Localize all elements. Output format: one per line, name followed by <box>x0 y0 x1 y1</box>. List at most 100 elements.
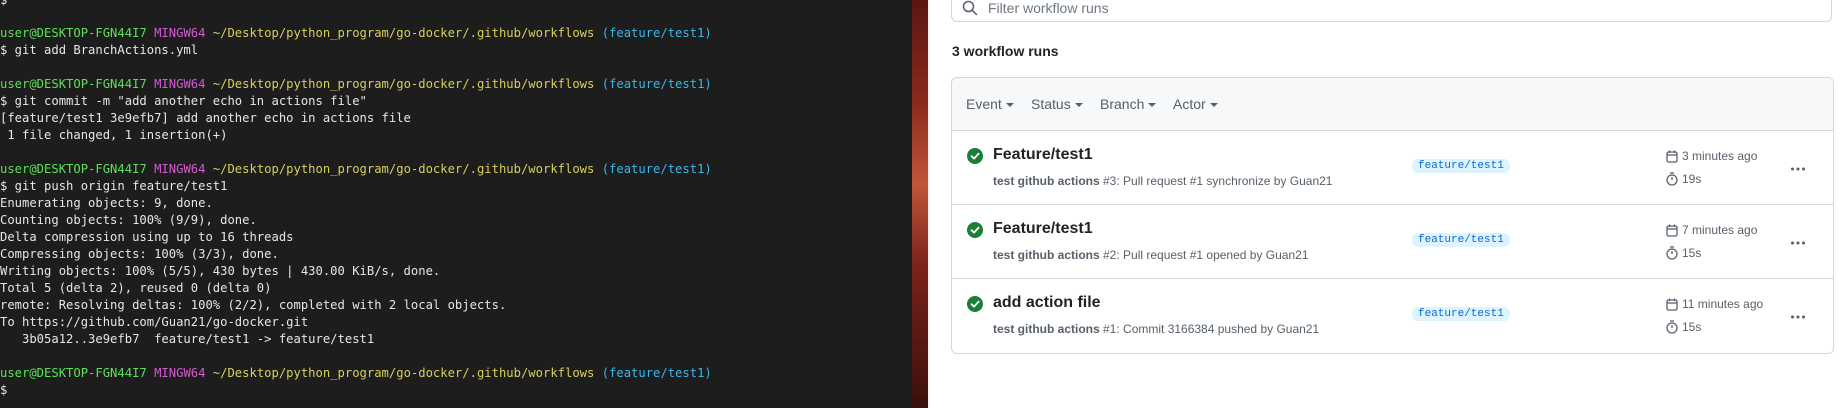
prompt-branch: (feature/test1) <box>601 162 712 176</box>
success-check-icon <box>967 296 983 312</box>
prompt-branch: (feature/test1) <box>601 26 712 40</box>
terminal-line: Counting objects: 100% (9/9), done. <box>0 212 257 229</box>
run-duration: 19s <box>1666 172 1701 186</box>
run-detail: #1: Commit 3166384 pushed by Guan21 <box>1099 322 1320 336</box>
success-check-icon <box>967 148 983 164</box>
filter-workflow-runs-input[interactable]: Filter workflow runs <box>951 0 1832 22</box>
prompt-host: MINGW64 <box>154 162 213 176</box>
terminal-line: Delta compression using up to 16 threads <box>0 229 294 246</box>
prompt-host: MINGW64 <box>154 26 213 40</box>
run-duration-text: 15s <box>1682 246 1702 260</box>
run-detail: #3: Pull request #1 synchronize by Guan2… <box>1099 174 1333 188</box>
terminal-line: $ <box>0 0 7 9</box>
terminal-text: 3b05a12..3e9efb7 feature/test1 -> featur… <box>0 332 375 346</box>
terminal-text: To https://github.com/Guan21/go-docker.g… <box>0 315 309 329</box>
workflow-run-row[interactable]: Feature/test1 test github actions #3: Pu… <box>952 131 1833 205</box>
terminal-line: Enumerating objects: 9, done. <box>0 195 213 212</box>
prompt-user: user@DESKTOP-FGN44I7 <box>0 366 155 380</box>
terminal-text: $ <box>0 0 8 7</box>
status-filter-button[interactable]: Status <box>1031 96 1083 112</box>
branch-filter-button[interactable]: Branch <box>1100 96 1157 112</box>
prompt-user: user@DESKTOP-FGN44I7 <box>0 26 155 40</box>
workflow-runs-list: Event Status Branch Actor Feature/test1 … <box>951 77 1834 354</box>
status-filter-label: Status <box>1031 96 1071 112</box>
run-workflow-name: test github actions <box>993 248 1100 262</box>
terminal-text: $ git push origin feature/test1 <box>0 179 228 193</box>
run-time-text: 3 minutes ago <box>1682 149 1758 163</box>
run-detail: #2: Pull request #1 opened by Guan21 <box>1099 248 1309 262</box>
prompt-path: ~/Desktop/python_program/go-docker/.gith… <box>212 77 602 91</box>
prompt-branch: (feature/test1) <box>601 366 712 380</box>
terminal-prompt: user@DESKTOP-FGN44I7 MINGW64 ~/Desktop/p… <box>0 25 712 42</box>
run-title-link[interactable]: add action file <box>993 294 1101 312</box>
run-duration: 15s <box>1666 320 1701 334</box>
prompt-branch: (feature/test1) <box>601 77 712 91</box>
run-title-link[interactable]: Feature/test1 <box>993 146 1093 164</box>
terminal-text: Delta compression using up to 16 threads <box>0 230 294 244</box>
terminal-line: $ git push origin feature/test1 <box>0 178 227 195</box>
terminal-text: Total 5 (delta 2), reused 0 (delta 0) <box>0 281 272 295</box>
search-icon <box>962 0 978 16</box>
terminal-text: $ <box>0 383 8 397</box>
chevron-down-icon <box>1148 103 1157 108</box>
stopwatch-icon <box>1666 246 1678 260</box>
branch-label[interactable]: feature/test1 <box>1412 159 1510 173</box>
terminal-line: To https://github.com/Guan21/go-docker.g… <box>0 314 308 331</box>
terminal-prompt: user@DESKTOP-FGN44I7 MINGW64 ~/Desktop/p… <box>0 76 712 93</box>
chevron-down-icon <box>1074 103 1083 108</box>
prompt-path: ~/Desktop/python_program/go-docker/.gith… <box>212 162 602 176</box>
terminal-line: Total 5 (delta 2), reused 0 (delta 0) <box>0 280 272 297</box>
run-duration: 15s <box>1666 246 1701 260</box>
terminal-line: $ git commit -m "add another echo in act… <box>0 93 367 110</box>
run-time: 3 minutes ago <box>1666 149 1757 163</box>
terminal-text: 1 file changed, 1 insertion(+) <box>0 128 228 142</box>
branch-label[interactable]: feature/test1 <box>1412 307 1510 321</box>
stopwatch-icon <box>1666 320 1678 334</box>
workflow-run-row[interactable]: Feature/test1 test github actions #2: Pu… <box>952 205 1833 279</box>
prompt-path: ~/Desktop/python_program/go-docker/.gith… <box>212 366 602 380</box>
kebab-menu-icon[interactable] <box>1790 235 1806 251</box>
run-title-link[interactable]: Feature/test1 <box>993 220 1093 238</box>
runs-filter-header: Event Status Branch Actor <box>952 78 1833 131</box>
success-check-icon <box>967 222 983 238</box>
branch-filter-label: Branch <box>1100 96 1145 112</box>
run-workflow-name: test github actions <box>993 174 1100 188</box>
calendar-icon <box>1666 298 1678 311</box>
terminal-text: Compressing objects: 100% (3/3), done. <box>0 247 279 261</box>
run-time: 11 minutes ago <box>1666 297 1763 311</box>
kebab-menu-icon[interactable] <box>1790 161 1806 177</box>
github-actions-panel: Filter workflow runs 3 workflow runs Eve… <box>930 0 1847 408</box>
run-workflow-name: test github actions <box>993 322 1100 336</box>
run-duration-text: 15s <box>1682 320 1702 334</box>
terminal-prompt: user@DESKTOP-FGN44I7 MINGW64 ~/Desktop/p… <box>0 365 712 382</box>
run-time-text: 7 minutes ago <box>1682 223 1758 237</box>
run-time-text: 11 minutes ago <box>1682 297 1764 311</box>
terminal-line: remote: Resolving deltas: 100% (2/2), co… <box>0 297 506 314</box>
kebab-menu-icon[interactable] <box>1790 309 1806 325</box>
actor-filter-label: Actor <box>1173 96 1206 112</box>
run-meta: test github actions #2: Pull request #1 … <box>993 248 1309 262</box>
terminal-window[interactable]: $ user@DESKTOP-FGN44I7 MINGW64 ~/Desktop… <box>0 0 912 408</box>
terminal-text: Writing objects: 100% (5/5), 430 bytes |… <box>0 264 441 278</box>
workflow-runs-count: 3 workflow runs <box>952 43 1059 59</box>
event-filter-label: Event <box>966 96 1002 112</box>
terminal-text: Counting objects: 100% (9/9), done. <box>0 213 257 227</box>
actor-filter-button[interactable]: Actor <box>1173 96 1218 112</box>
terminal-text: $ git add BranchActions.yml <box>0 43 199 57</box>
run-meta: test github actions #3: Pull request #1 … <box>993 174 1332 188</box>
terminal-line: 3b05a12..3e9efb7 feature/test1 -> featur… <box>0 331 374 348</box>
chevron-down-icon <box>1005 103 1014 108</box>
terminal-text: remote: Resolving deltas: 100% (2/2), co… <box>0 298 507 312</box>
workflow-run-row[interactable]: add action file test github actions #1: … <box>952 279 1833 353</box>
chevron-down-icon <box>1209 103 1218 108</box>
terminal-prompt: user@DESKTOP-FGN44I7 MINGW64 ~/Desktop/p… <box>0 161 712 178</box>
branch-label[interactable]: feature/test1 <box>1412 233 1510 247</box>
calendar-icon <box>1666 224 1678 237</box>
calendar-icon <box>1666 150 1678 163</box>
event-filter-button[interactable]: Event <box>966 96 1014 112</box>
terminal-text: [feature/test1 3e9efb7] add another echo… <box>0 111 411 125</box>
prompt-user: user@DESKTOP-FGN44I7 <box>0 162 155 176</box>
terminal-line: 1 file changed, 1 insertion(+) <box>0 127 227 144</box>
stopwatch-icon <box>1666 172 1678 186</box>
terminal-line: $ <box>0 382 7 399</box>
